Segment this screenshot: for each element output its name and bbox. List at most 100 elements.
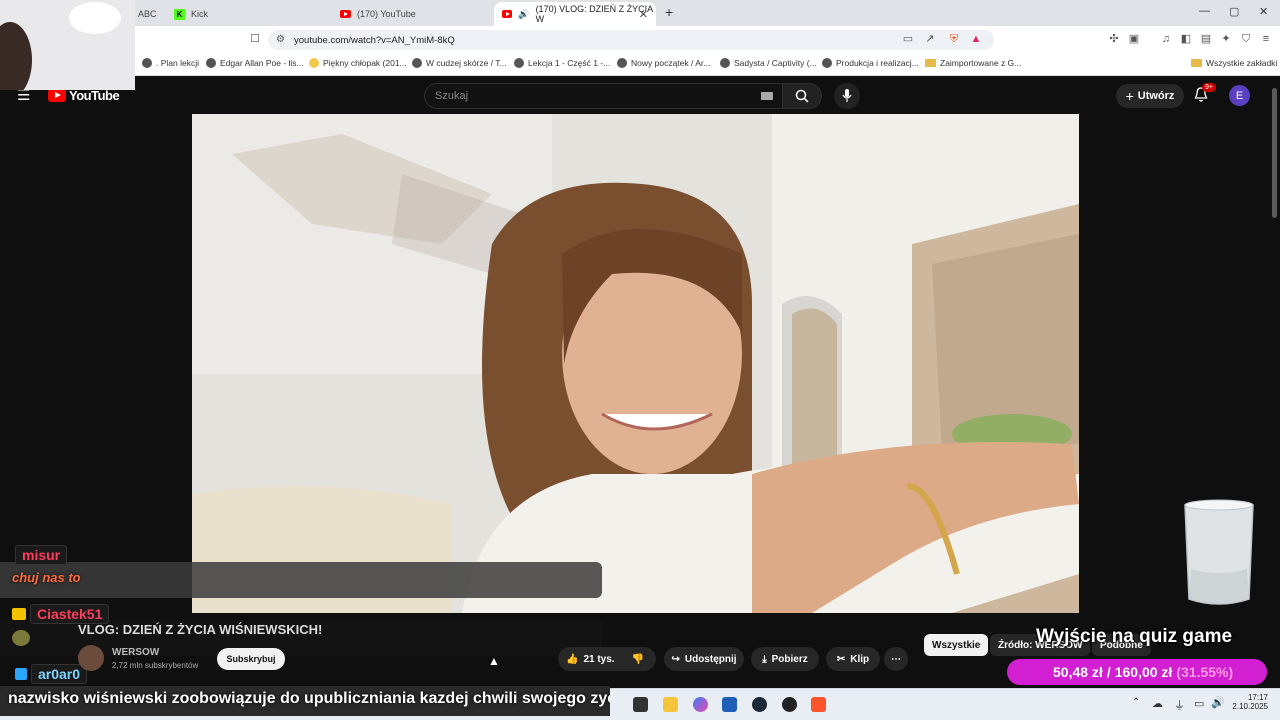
bookmark-item[interactable]: Piękny chłopak (201... bbox=[309, 58, 407, 68]
tab-kick[interactable]: K Kick bbox=[166, 2, 332, 26]
voice-search-button[interactable] bbox=[834, 83, 860, 109]
page-scrollbar[interactable] bbox=[1272, 88, 1277, 218]
reader-icon[interactable]: ◧ bbox=[1180, 33, 1192, 45]
chat-overlay-band bbox=[0, 562, 602, 598]
thumbs-up-icon[interactable]: 👍 bbox=[566, 654, 578, 665]
search-button[interactable] bbox=[782, 83, 822, 109]
bookmark-icon[interactable]: ☐ bbox=[249, 33, 261, 45]
volume-icon[interactable]: 🔊 bbox=[1211, 696, 1225, 709]
chat-entry: Ciastek51 bbox=[12, 604, 110, 624]
bookmark-item[interactable]: . Plan lekcji bbox=[142, 58, 199, 68]
bookmark-item[interactable]: Nowy początek / Ar... bbox=[617, 58, 710, 68]
brave-rewards-icon[interactable]: ▲ bbox=[970, 33, 982, 45]
network-icon[interactable]: ▭ bbox=[1194, 697, 1204, 710]
bookmarks-bar: . Plan lekcji Edgar Allan Poe - lis... P… bbox=[0, 54, 1280, 76]
bookmark-item[interactable]: Lekcja 1 - Część 1 -... bbox=[514, 58, 610, 68]
plus-icon: + bbox=[1125, 88, 1134, 104]
search-placeholder: Szukaj bbox=[435, 90, 469, 102]
tray-chevron-icon[interactable]: ⌃ bbox=[1132, 697, 1140, 708]
share-label: Udostępnij bbox=[684, 653, 737, 665]
share-button[interactable]: ↪ Udostępnij bbox=[664, 647, 744, 671]
file-explorer-icon[interactable] bbox=[663, 697, 678, 712]
avatar-letter: E bbox=[1235, 89, 1244, 102]
media-icon[interactable]: ♫ bbox=[1160, 33, 1172, 45]
bookmark-label: Produkcja i realizacj... bbox=[836, 58, 919, 68]
close-window-button[interactable]: ✕ bbox=[1259, 5, 1268, 18]
address-bar[interactable]: ⚙ youtube.com/watch?v=AN_YmiM-8kQ bbox=[268, 30, 994, 50]
tab-youtube-home[interactable]: (170) YouTube bbox=[332, 2, 494, 26]
subscribe-button[interactable]: Subskrybuj bbox=[217, 648, 285, 670]
brave-icon[interactable] bbox=[811, 697, 826, 712]
bookmark-item[interactable]: W cudzej skórze / T... bbox=[412, 58, 507, 68]
more-actions-button[interactable]: ⋯ bbox=[884, 647, 908, 671]
kick-icon: K bbox=[174, 8, 185, 20]
subscribe-label: Subskrybuj bbox=[226, 654, 276, 664]
bookmark-label: Nowy początek / Ar... bbox=[631, 58, 711, 68]
quiz-goal-title: Wyjście na quiz game bbox=[1036, 626, 1233, 647]
glass-overlay bbox=[1183, 499, 1255, 607]
bookmark-item[interactable]: Sadysta / Captivity (... bbox=[720, 58, 817, 68]
video-title: VLOG: DZIEŃ Z ŻYCIA WIŚNIEWSKICH! bbox=[78, 622, 323, 637]
onedrive-icon[interactable]: ☁ bbox=[1152, 697, 1163, 710]
download-button[interactable]: ⤓ Pobierz bbox=[751, 647, 819, 671]
obs-icon[interactable] bbox=[782, 697, 797, 712]
youtube-logo[interactable]: YouTube bbox=[48, 88, 120, 103]
bookmark-folder[interactable]: Zaimportowane z G... bbox=[925, 58, 1021, 68]
globe-icon bbox=[720, 58, 730, 68]
video-frame bbox=[192, 114, 1079, 613]
bookmark-label: Zaimportowane z G... bbox=[940, 58, 1022, 68]
wallet-icon[interactable]: ▤ bbox=[1200, 33, 1212, 45]
clock[interactable]: 17:17 2.10.2025 bbox=[1232, 693, 1268, 711]
tray-microphone-icon[interactable]: ⏚ bbox=[1174, 697, 1185, 713]
close-tab-icon[interactable]: ✕ bbox=[639, 8, 648, 21]
all-bookmarks-folder[interactable]: Wszystkie zakładki bbox=[1191, 58, 1277, 68]
speaker-icon: 🔊 bbox=[518, 8, 530, 19]
minimize-button[interactable]: — bbox=[1199, 5, 1210, 17]
new-tab-button[interactable]: + bbox=[665, 4, 673, 20]
menu-icon[interactable]: ≡ bbox=[1260, 33, 1272, 45]
store-icon[interactable] bbox=[722, 697, 737, 712]
like-count[interactable]: 21 tys. bbox=[583, 654, 614, 665]
clip-button[interactable]: ✂ Klip bbox=[826, 647, 880, 671]
smiley-icon bbox=[309, 58, 319, 68]
filter-chip-all[interactable]: Wszystkie bbox=[924, 634, 989, 656]
globe-icon bbox=[206, 58, 216, 68]
search-icon bbox=[795, 89, 809, 103]
bookmark-item[interactable]: Edgar Allan Poe - lis... bbox=[206, 58, 304, 68]
folder-icon bbox=[1191, 59, 1202, 67]
search-input[interactable]: Szukaj bbox=[424, 83, 786, 109]
extensions-icon[interactable]: ✣ bbox=[1108, 33, 1120, 45]
glass-icon bbox=[1184, 499, 1254, 605]
vpn-icon[interactable]: ⛉ bbox=[1240, 33, 1252, 45]
more-icon: ⋯ bbox=[891, 653, 901, 665]
maximize-button[interactable]: ▢ bbox=[1229, 5, 1239, 18]
bookmark-label: . Plan lekcji bbox=[156, 58, 199, 68]
browser-tab-strip: ABC K Kick (170) YouTube 🔊 (170) VLOG: D… bbox=[0, 0, 1280, 26]
tab-youtube-vlog[interactable]: 🔊 (170) VLOG: DZIEŃ Z ŻYCIA W ✕ bbox=[494, 2, 656, 26]
globe-icon bbox=[822, 58, 832, 68]
clip-label: Klip bbox=[850, 653, 870, 665]
sidebar-icon[interactable]: ▣ bbox=[1128, 33, 1140, 45]
channel-name[interactable]: WERSOW bbox=[112, 647, 159, 658]
steam-icon[interactable] bbox=[752, 697, 767, 712]
thumbs-down-icon[interactable]: 👎 bbox=[632, 654, 644, 665]
bookmark-item[interactable]: Produkcja i realizacj... bbox=[822, 58, 919, 68]
mouse-cursor: ▲ bbox=[488, 654, 500, 668]
share-icon[interactable]: ↗ bbox=[924, 33, 936, 45]
copilot-icon[interactable] bbox=[693, 697, 708, 712]
video-player[interactable] bbox=[192, 114, 1079, 613]
channel-avatar[interactable] bbox=[78, 645, 104, 671]
tab-label: Kick bbox=[191, 9, 209, 19]
globe-icon bbox=[514, 58, 524, 68]
keyboard-icon[interactable] bbox=[761, 92, 773, 100]
avatar[interactable]: E bbox=[1229, 85, 1250, 106]
leo-icon[interactable]: ✦ bbox=[1220, 33, 1232, 45]
create-button[interactable]: + Utwórz bbox=[1116, 84, 1184, 108]
scissors-icon: ✂ bbox=[836, 653, 846, 665]
brave-shield-icon[interactable]: ⛨ bbox=[948, 33, 960, 45]
cast-icon[interactable]: ▭ bbox=[902, 33, 914, 45]
site-info-icon[interactable]: ⚙ bbox=[276, 34, 285, 45]
notifications-button[interactable]: 9+ bbox=[1194, 83, 1216, 108]
task-view-icon[interactable] bbox=[633, 697, 648, 712]
donation-separator: / bbox=[1106, 664, 1111, 680]
